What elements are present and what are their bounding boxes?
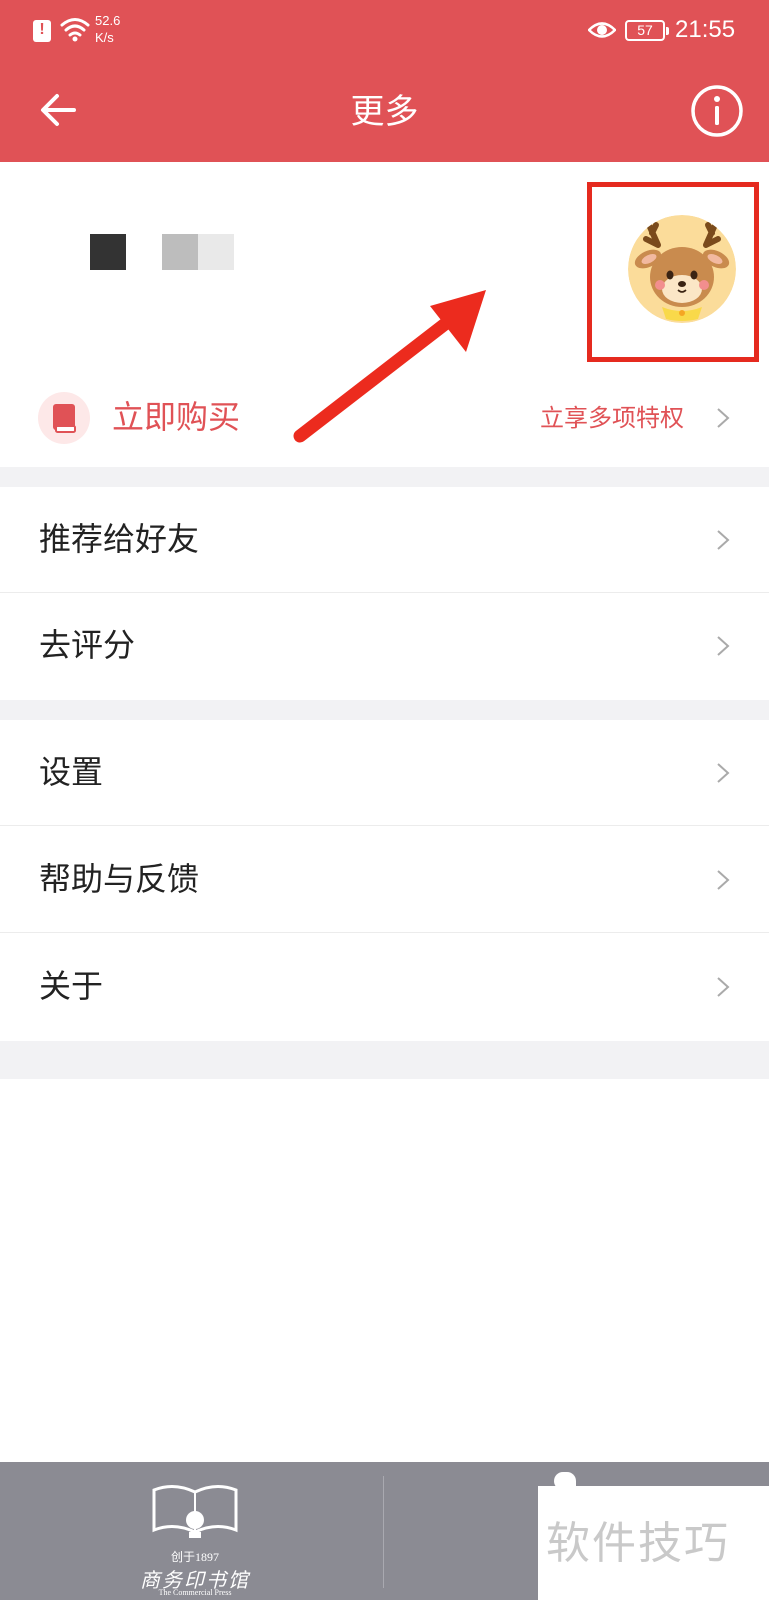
footer-divider	[383, 1476, 384, 1588]
open-book-icon	[152, 1485, 238, 1538]
section-divider	[0, 1041, 769, 1079]
app-bar: 更多	[0, 60, 769, 162]
footer-banner: 创于1897 商务印书馆 The Commercial Press 软件技巧	[0, 1462, 769, 1600]
avatar[interactable]	[628, 215, 736, 323]
menu-item-recommend[interactable]: 推荐给好友	[0, 487, 769, 593]
status-bar: 52.6 K/s 57 21:55	[0, 0, 769, 60]
alert-icon	[33, 20, 51, 42]
menu-item-label: 帮助与反馈	[39, 860, 200, 898]
battery-indicator: 57	[625, 20, 669, 41]
eye-icon	[588, 22, 616, 38]
wifi-icon	[60, 18, 90, 42]
watermark-text: 软件技巧	[546, 1518, 730, 1569]
menu-item-rate[interactable]: 去评分	[0, 593, 769, 699]
section-divider	[0, 467, 769, 487]
network-speed-unit: K/s	[95, 30, 114, 45]
menu-item-settings[interactable]: 设置	[0, 720, 769, 826]
page-title: 更多	[350, 92, 419, 132]
menu-item-label: 关于	[39, 967, 104, 1005]
clock: 21:55	[675, 16, 736, 43]
leaf-icon	[554, 1472, 576, 1490]
network-speed-value: 52.6	[95, 13, 121, 28]
section-divider	[0, 700, 769, 720]
chevron-right-icon	[717, 408, 730, 428]
menu-item-label: 推荐给好友	[39, 520, 200, 558]
chevron-right-icon	[717, 870, 730, 890]
top-bar: 52.6 K/s 57 21:55 更多	[0, 0, 769, 162]
chevron-right-icon	[717, 530, 730, 550]
buy-privileges-hint: 立享多项特权	[540, 404, 684, 432]
menu-item-label: 去评分	[39, 626, 136, 664]
commercial-press-logo: 创于1897 商务印书馆 The Commercial Press	[120, 1480, 270, 1597]
info-button[interactable]	[690, 84, 744, 138]
chevron-right-icon	[717, 763, 730, 783]
menu-item-label: 设置	[39, 753, 104, 791]
network-speed: 52.6 K/s	[95, 12, 120, 46]
chevron-right-icon	[717, 636, 730, 656]
buy-now-label: 立即购买	[112, 398, 241, 436]
watermark: 软件技巧	[538, 1472, 769, 1600]
buy-row[interactable]: 立即购买 立享多项特权	[0, 372, 769, 464]
logo-established: 创于1897	[170, 1550, 219, 1564]
menu-item-help-feedback[interactable]: 帮助与反馈	[0, 827, 769, 933]
logo-subtitle: The Commercial Press	[158, 1588, 232, 1597]
book-icon	[38, 392, 90, 444]
chevron-right-icon	[717, 977, 730, 997]
menu-item-about[interactable]: 关于	[0, 934, 769, 1040]
username-redacted	[90, 234, 240, 270]
